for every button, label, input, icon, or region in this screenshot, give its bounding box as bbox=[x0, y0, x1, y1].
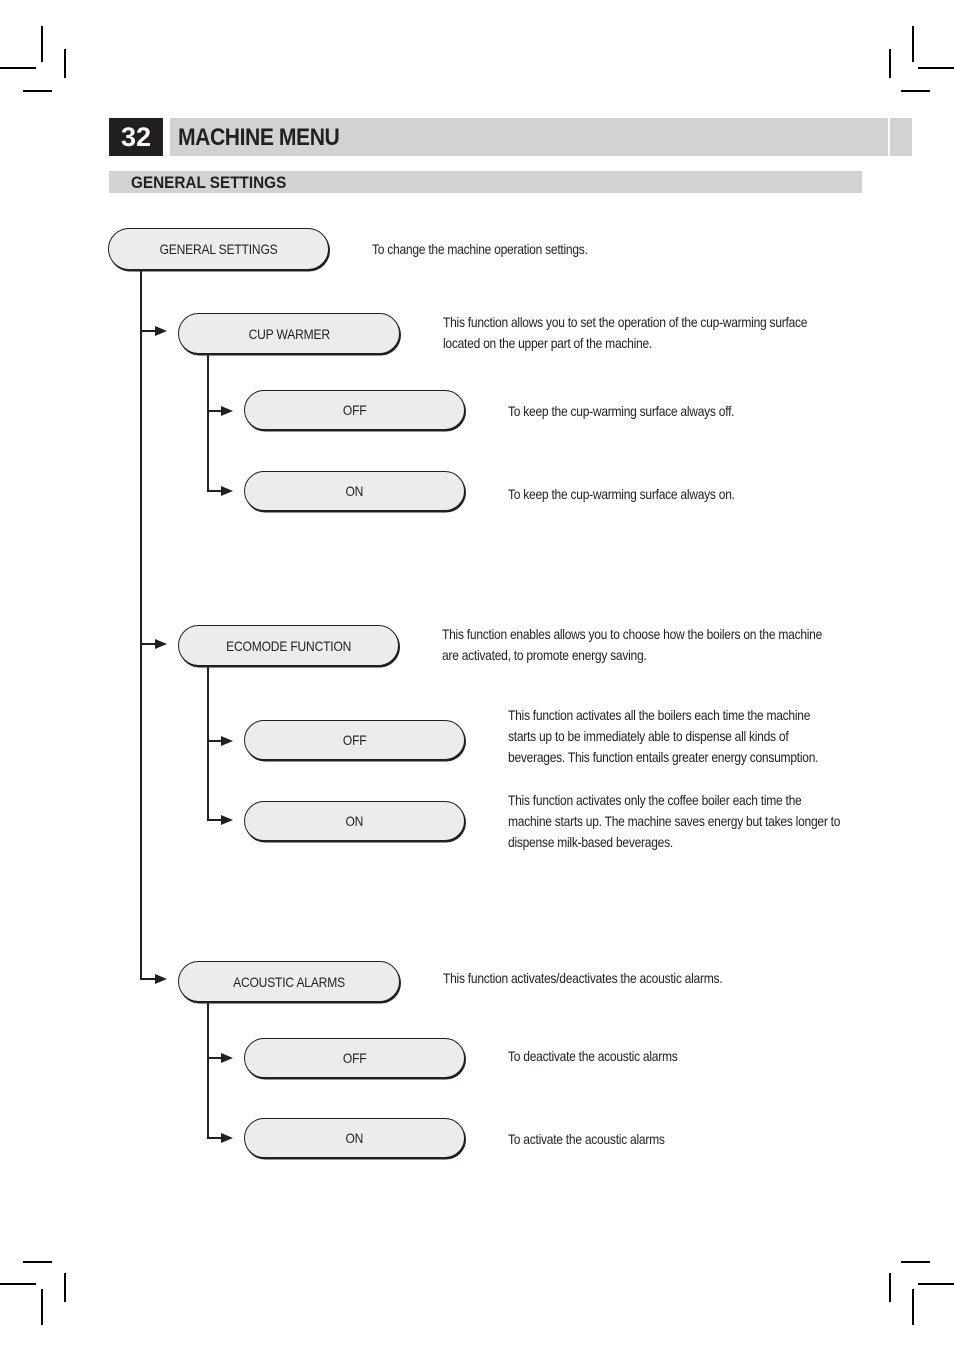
crop-mark bbox=[0, 67, 36, 69]
crop-mark bbox=[918, 67, 954, 69]
option-description: This function activates all the boilers … bbox=[508, 707, 819, 765]
crop-mark bbox=[901, 90, 930, 92]
arrow-icon bbox=[221, 1133, 233, 1143]
crop-mark bbox=[41, 26, 43, 62]
option-description: This function activates only the coffee … bbox=[508, 792, 841, 850]
option-acoustic-alarms-off[interactable]: OFF bbox=[244, 1038, 465, 1078]
arrow-icon bbox=[155, 326, 167, 336]
option-description: To keep the cup-warming surface always o… bbox=[508, 486, 735, 502]
crop-mark bbox=[23, 90, 52, 92]
arrow-icon bbox=[155, 974, 167, 984]
menu-label: GENERAL SETTINGS bbox=[159, 241, 278, 257]
connector-subtrunk bbox=[207, 666, 209, 820]
crop-mark bbox=[64, 1273, 66, 1302]
arrow-icon bbox=[221, 406, 233, 416]
menu-item-description: This function enables allows you to choo… bbox=[442, 626, 823, 663]
page-number: 32 bbox=[109, 118, 163, 156]
menu-item-cup-warmer[interactable]: CUP WARMER bbox=[178, 313, 400, 354]
connector-subtrunk bbox=[207, 1002, 209, 1139]
menu-item-description: This function activates/deactivates the … bbox=[443, 970, 723, 986]
title-bar-end bbox=[890, 118, 912, 156]
crop-mark bbox=[889, 49, 891, 78]
option-ecomode-on[interactable]: ON bbox=[244, 801, 465, 841]
menu-label: ACOUSTIC ALARMS bbox=[233, 973, 345, 990]
option-description: To activate the acoustic alarms bbox=[508, 1131, 665, 1147]
option-label: OFF bbox=[342, 402, 367, 418]
crop-mark bbox=[0, 1283, 36, 1285]
option-label: ON bbox=[345, 483, 364, 499]
option-cup-warmer-off[interactable]: OFF bbox=[244, 390, 465, 430]
crop-mark bbox=[912, 26, 914, 62]
option-label: OFF bbox=[342, 1050, 367, 1066]
option-label: ON bbox=[345, 813, 364, 829]
arrow-icon bbox=[155, 639, 167, 649]
menu-root-description: To change the machine operation settings… bbox=[372, 241, 588, 257]
menu-item-description: This function allows you to set the oper… bbox=[443, 314, 808, 351]
section-title: GENERAL SETTINGS bbox=[131, 173, 287, 192]
menu-label: ECOMODE FUNCTION bbox=[225, 637, 351, 654]
connector-trunk bbox=[140, 270, 142, 980]
arrow-icon bbox=[221, 736, 233, 746]
option-ecomode-off[interactable]: OFF bbox=[244, 720, 465, 760]
option-description: To keep the cup-warming surface always o… bbox=[508, 403, 735, 419]
connector-subtrunk bbox=[207, 354, 209, 491]
option-acoustic-alarms-on[interactable]: ON bbox=[244, 1118, 465, 1158]
option-label: OFF bbox=[342, 732, 367, 748]
crop-mark bbox=[912, 1289, 914, 1325]
arrow-icon bbox=[221, 486, 233, 496]
crop-mark bbox=[23, 1261, 52, 1263]
menu-item-ecomode-function[interactable]: ECOMODE FUNCTION bbox=[178, 625, 399, 666]
crop-mark bbox=[918, 1283, 954, 1285]
option-cup-warmer-on[interactable]: ON bbox=[244, 471, 465, 511]
menu-item-acoustic-alarms[interactable]: ACOUSTIC ALARMS bbox=[178, 961, 400, 1002]
option-description: To deactivate the acoustic alarms bbox=[508, 1048, 678, 1064]
arrow-icon bbox=[221, 815, 233, 825]
crop-mark bbox=[64, 49, 66, 78]
arrow-icon bbox=[221, 1053, 233, 1063]
option-label: ON bbox=[345, 1130, 364, 1146]
crop-mark bbox=[889, 1273, 891, 1302]
crop-mark bbox=[901, 1261, 930, 1263]
page-title: MACHINE MENU bbox=[178, 124, 340, 151]
crop-mark bbox=[41, 1289, 43, 1325]
menu-label: CUP WARMER bbox=[248, 325, 330, 342]
menu-root-general-settings[interactable]: GENERAL SETTINGS bbox=[108, 228, 329, 270]
